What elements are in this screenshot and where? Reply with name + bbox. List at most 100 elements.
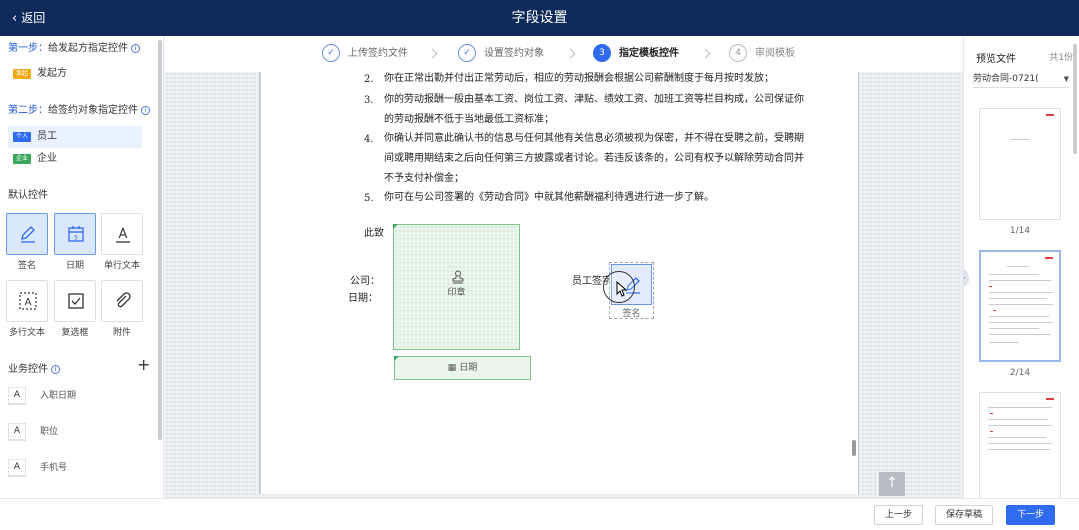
scroll-to-top-button[interactable]: ↑: [879, 472, 905, 496]
thumbnail-line: [989, 334, 1051, 335]
list-number: 5.: [364, 193, 374, 204]
employee-name: 员工: [37, 131, 58, 142]
step-review: 4 审阅模板: [729, 44, 795, 64]
thumbnail-line: [1007, 266, 1029, 267]
step-controls: 3 指定模板控件: [593, 44, 679, 64]
paperclip-icon: [116, 292, 131, 308]
prev-step-button[interactable]: 上一步: [874, 505, 924, 525]
footer-bar: 上一步 保存草稿 下一步: [0, 498, 1079, 530]
left-scrollbar[interactable]: [158, 40, 162, 440]
thumbnail-line: [988, 425, 1052, 426]
page-number: 2/14: [1009, 368, 1031, 378]
control-attachment[interactable]: [101, 280, 143, 322]
page-number: 1/14: [1009, 226, 1031, 236]
preview-count: 共1份: [1049, 53, 1073, 63]
party-employee[interactable]: 个人 员工: [8, 126, 142, 148]
info-icon[interactable]: i: [131, 44, 140, 53]
preview-scrollbar[interactable]: [1073, 44, 1077, 154]
mouse-pointer-icon: [616, 281, 628, 297]
thumbnail-line: [988, 437, 1046, 438]
thumbnail-line: [989, 316, 1049, 317]
initiator-name: 发起方: [37, 68, 68, 79]
step1-text: 给发起方指定控件: [48, 43, 128, 54]
list-number: 2.: [364, 74, 374, 85]
chevron-right-icon: [700, 48, 711, 59]
business-item-label: 入职日期: [40, 391, 77, 401]
step2-text: 给签约对象指定控件: [48, 105, 138, 116]
check-icon: ✓: [458, 44, 476, 62]
svg-text:A: A: [25, 297, 32, 308]
page-thumbnail[interactable]: [979, 392, 1061, 498]
svg-text:A: A: [119, 227, 128, 242]
control-multi-line-text[interactable]: A: [6, 280, 48, 322]
control-label-single-line: 单行文本: [103, 261, 140, 271]
step1-prefix: 第一步：: [8, 43, 48, 54]
date-field[interactable]: ▦ 日期: [394, 356, 531, 380]
calendar-icon: ▦: [447, 363, 457, 373]
employee-tag: 个人: [13, 132, 32, 142]
seal-field[interactable]: 印章: [393, 224, 520, 350]
step-upload: ✓ 上传签约文件: [322, 44, 408, 64]
check-icon: ✓: [322, 44, 340, 62]
initiator-tag: 发起: [13, 69, 32, 79]
thumbnail-mark: [990, 413, 993, 414]
control-signature[interactable]: [6, 213, 48, 255]
control-single-line-text[interactable]: A: [101, 213, 143, 255]
top-bar: ‹ 返回 字段设置: [0, 0, 1079, 36]
business-item[interactable]: A 职位: [8, 421, 148, 443]
party-initiator[interactable]: 发起 发起方: [8, 63, 142, 85]
thumbnail-mark: [993, 310, 996, 311]
business-item-label: 手机号: [40, 463, 68, 473]
next-step-button[interactable]: 下一步: [1006, 505, 1056, 525]
list-number: 4.: [364, 134, 374, 145]
chevron-right-icon: [565, 48, 576, 59]
business-item[interactable]: A 入职日期: [8, 385, 148, 407]
caret-down-icon: ▼: [1063, 75, 1069, 83]
stamp-icon: [452, 270, 464, 284]
thumbnail-line: [989, 342, 1019, 343]
paragraph-line: 的劳动报酬不低于当地最低工资标准；: [384, 114, 554, 125]
text-a-icon: A: [8, 386, 26, 405]
step-signers: ✓ 设置签约对象: [458, 44, 544, 64]
info-icon[interactable]: i: [51, 365, 60, 374]
thumbnail-line: [988, 419, 1048, 420]
thumbnail-mark: [1046, 398, 1054, 400]
thumbnail-mark: [1045, 257, 1053, 259]
save-draft-button[interactable]: 保存草稿: [935, 505, 994, 525]
drag-cursor-indicator: [603, 271, 635, 303]
step-label: 指定模板控件: [619, 48, 679, 59]
business-item[interactable]: A 手机号: [8, 457, 148, 479]
company-name: 企业: [37, 153, 58, 164]
salutation: 此致: [364, 228, 384, 239]
step-label: 上传签约文件: [348, 48, 408, 59]
add-business-control-button[interactable]: +: [137, 357, 150, 373]
default-controls-title: 默认控件: [8, 190, 48, 201]
paragraph-line: 不予支付补偿金；: [384, 173, 464, 184]
collapse-panel-button[interactable]: ›: [964, 269, 969, 287]
page-thumbnail-current[interactable]: [979, 250, 1061, 362]
text-a-icon: A: [8, 422, 26, 441]
signature-field-label: 签名: [622, 309, 641, 319]
file-select-value: 劳动合同-0721(: [973, 74, 1039, 84]
control-date[interactable]: 5: [54, 213, 96, 255]
field-corner-marker: [394, 356, 399, 361]
svg-text:5: 5: [74, 235, 78, 242]
control-checkbox[interactable]: [54, 280, 96, 322]
business-title-text: 业务控件: [8, 364, 48, 375]
thumbnail-line: [1010, 139, 1030, 140]
page-thumbnail[interactable]: [979, 108, 1061, 220]
thumbnail-mark: [989, 286, 992, 287]
paragraph-line: 你在正常出勤并付出正常劳动后，相应的劳动报酬会根据公司薪酬制度于每月按时发放；: [384, 73, 774, 84]
step2-prefix: 第二步：: [8, 105, 48, 116]
step-number: 4: [729, 44, 747, 62]
step1-title: 第一步：给发起方指定控件 i: [8, 39, 140, 54]
step2-title: 第二步：给签约对象指定控件 i: [8, 101, 150, 116]
info-icon[interactable]: i: [141, 106, 150, 115]
paragraph-line: 你确认并同意此确认书的信息与任何其他有关信息必须被视为保密，并不得在受聘之前，受…: [384, 133, 804, 144]
file-select[interactable]: 劳动合同-0721( ▼: [973, 70, 1069, 88]
thumbnail-line: [989, 274, 1039, 275]
paragraph-line: 你可在与公司签署的《劳动合同》中就其他薪酬福利待遇进行进一步了解。: [384, 192, 714, 203]
party-company[interactable]: 企业 企业: [8, 148, 142, 170]
thumbnail-line: [989, 322, 1053, 323]
document-scrollbar[interactable]: [852, 440, 856, 456]
